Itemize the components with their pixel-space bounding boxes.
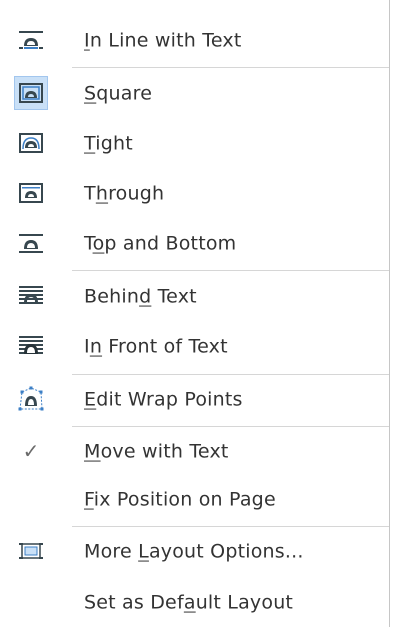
wrap-in-front-icon [14, 329, 48, 363]
menu-item-in-line-with-text[interactable]: In Line with Text [0, 16, 389, 66]
menu-item-label: Top and Bottom [84, 232, 237, 255]
wrap-text-menu: In Line with Text Square Tight Through T… [0, 0, 390, 627]
menu-item-label: More Layout Options... [84, 540, 304, 563]
menu-item-top-and-bottom[interactable]: Top and Bottom [0, 219, 389, 269]
menu-item-square[interactable]: Square [0, 69, 389, 119]
menu-item-label: In Line with Text [84, 29, 242, 52]
menu-item-label: Set as Default Layout [84, 591, 294, 614]
layout-options-icon [14, 534, 48, 568]
menu-item-more-layout-options[interactable]: More Layout Options... [0, 527, 389, 577]
checkmark-icon: ✓ [22, 439, 40, 463]
wrap-inline-icon [14, 23, 48, 57]
menu-item-edit-wrap-points[interactable]: Edit Wrap Points [0, 375, 389, 425]
menu-separator [72, 67, 389, 68]
wrap-tight-icon [14, 126, 48, 160]
edit-wrap-points-icon [14, 382, 48, 416]
menu-item-through[interactable]: Through [0, 169, 389, 219]
menu-item-label: Edit Wrap Points [84, 388, 243, 411]
menu-item-label: Move with Text [84, 440, 229, 463]
wrap-behind-text-icon [14, 279, 48, 313]
wrap-through-icon [14, 176, 48, 210]
menu-item-move-with-text[interactable]: ✓ Move with Text [0, 427, 389, 477]
menu-item-fix-position-on-page[interactable]: Fix Position on Page [0, 475, 389, 525]
menu-item-behind-text[interactable]: Behind Text [0, 272, 389, 322]
wrap-square-icon [14, 76, 48, 110]
wrap-top-bottom-icon [14, 226, 48, 260]
menu-item-set-as-default-layout[interactable]: Set as Default Layout [0, 578, 389, 627]
menu-item-label: Square [84, 82, 153, 105]
menu-separator [72, 270, 389, 271]
menu-item-label: In Front of Text [84, 335, 228, 358]
menu-item-label: Fix Position on Page [84, 488, 276, 511]
menu-item-label: Through [84, 182, 165, 205]
menu-item-in-front-of-text[interactable]: In Front of Text [0, 322, 389, 372]
menu-item-label: Tight [84, 132, 133, 155]
menu-item-tight[interactable]: Tight [0, 119, 389, 169]
menu-item-label: Behind Text [84, 285, 197, 308]
